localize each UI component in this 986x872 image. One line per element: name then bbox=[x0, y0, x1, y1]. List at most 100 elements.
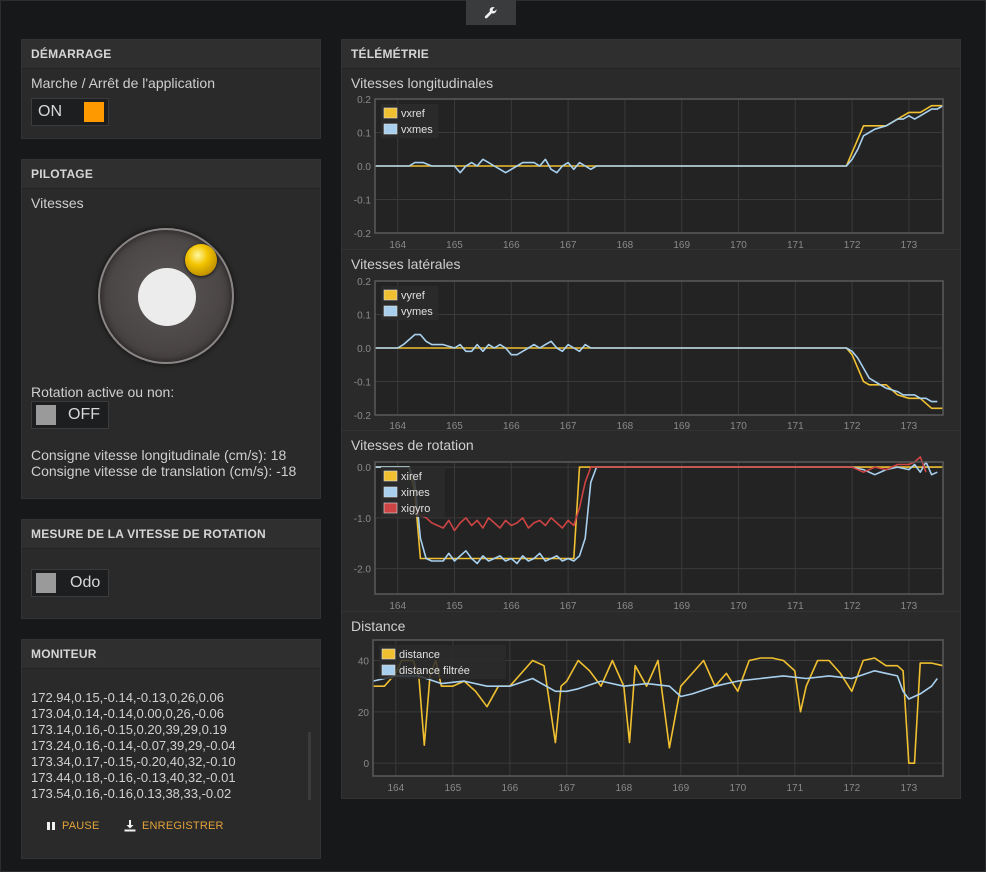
velocity-joystick[interactable] bbox=[98, 228, 234, 364]
x-tick-label: 167 bbox=[560, 240, 577, 249]
pilotage-panel: PILOTAGE Vitesses Rotation active ou non… bbox=[21, 159, 321, 499]
y-tick-label: 0.2 bbox=[357, 95, 371, 106]
x-tick-label: 171 bbox=[787, 601, 804, 611]
pause-icon bbox=[47, 822, 55, 830]
chart-section-longitudinal: Vitesses longitudinales 164 165 166 167 168 1… bbox=[342, 68, 960, 249]
legend-swatch bbox=[383, 107, 398, 119]
moniteur-header: MONITEUR bbox=[22, 640, 320, 669]
x-tick-label: 167 bbox=[560, 601, 577, 611]
legend-swatch bbox=[383, 123, 398, 135]
pilotage-header: PILOTAGE bbox=[22, 160, 320, 189]
rotation-toggle-label: OFF bbox=[68, 406, 100, 423]
legend-label: xigyro bbox=[401, 503, 430, 515]
consigne-translation: Consigne vitesse de translation (cm/s): … bbox=[31, 463, 297, 479]
x-tick-label: 168 bbox=[615, 783, 632, 794]
demarrage-panel: DÉMARRAGE Marche / Arrêt de l'applicatio… bbox=[21, 39, 321, 139]
y-tick-label: -1.0 bbox=[354, 514, 372, 525]
x-tick-label: 169 bbox=[672, 783, 689, 794]
moniteur-panel: MONITEUR 172.94,0.15,-0.14,-0.13,0,26,0.… bbox=[21, 639, 321, 859]
chart-section-laterales: Vitesses latérales 164 165 166 167 168 169 170… bbox=[342, 250, 960, 430]
y-tick-label: -0.2 bbox=[354, 411, 372, 422]
plot-area bbox=[375, 462, 943, 594]
y-tick-label: 0.2 bbox=[357, 277, 371, 288]
x-tick-label: 170 bbox=[730, 240, 747, 249]
chart-longitudinal: 164 165 166 167 168 169 170 171 172 173 0.2 0.1 0.0 -… bbox=[354, 95, 944, 249]
app-onoff-toggle[interactable]: ON bbox=[31, 98, 109, 126]
x-tick-label: 173 bbox=[901, 421, 918, 430]
log-line: 173.44,0.18,-0.16,-0.13,40,32,-0.01 bbox=[31, 770, 236, 785]
vitesses-label: Vitesses bbox=[31, 195, 84, 211]
legend-swatch bbox=[383, 502, 398, 514]
y-tick-label: 0.1 bbox=[357, 129, 371, 140]
x-tick-label: 171 bbox=[787, 421, 804, 430]
y-tick-label: 0.1 bbox=[357, 311, 371, 322]
demarrage-header: DÉMARRAGE bbox=[22, 40, 320, 69]
rotation-toggle[interactable]: OFF bbox=[31, 401, 109, 429]
app-toggle-indicator bbox=[84, 102, 104, 122]
log-line: 173.54,0.16,-0.16,0.13,38,33,-0.02 bbox=[31, 786, 232, 801]
pause-label: PAUSE bbox=[62, 820, 100, 832]
y-tick-label: -2.0 bbox=[354, 565, 372, 576]
legend-swatch bbox=[381, 664, 396, 676]
y-tick-label: 40 bbox=[358, 657, 370, 668]
telemetrie-panel: TÉLÉMÉTRIE Vitesses longitudinales 164 16… bbox=[341, 39, 961, 799]
odo-toggle[interactable]: Odo bbox=[31, 569, 109, 597]
x-tick-label: 165 bbox=[446, 240, 463, 249]
x-tick-label: 164 bbox=[387, 783, 404, 794]
legend-label: vyref bbox=[401, 290, 426, 302]
download-icon bbox=[124, 820, 136, 832]
x-tick-label: 165 bbox=[444, 783, 461, 794]
x-tick-label: 168 bbox=[617, 240, 634, 249]
x-tick-label: 171 bbox=[786, 783, 803, 794]
log-line: 173.24,0.16,-0.14,-0.07,39,29,-0.04 bbox=[31, 738, 236, 753]
mesure-header: MESURE DE LA VITESSE DE ROTATION bbox=[22, 520, 320, 549]
y-tick-label: 0.0 bbox=[357, 162, 371, 173]
x-tick-label: 172 bbox=[844, 421, 861, 430]
telemetrie-header: TÉLÉMÉTRIE bbox=[342, 40, 960, 69]
record-button[interactable]: ENREGISTRER bbox=[124, 820, 224, 832]
legend-swatch bbox=[381, 648, 396, 660]
wrench-icon bbox=[484, 6, 497, 18]
y-tick-label: -0.2 bbox=[354, 229, 372, 240]
x-tick-label: 173 bbox=[901, 240, 918, 249]
x-tick-label: 164 bbox=[389, 421, 406, 430]
legend-label: ximes bbox=[401, 487, 430, 499]
x-tick-label: 169 bbox=[673, 240, 690, 249]
x-tick-label: 168 bbox=[617, 601, 634, 611]
legend-label: distance bbox=[399, 649, 440, 661]
log-line: 173.04,0.14,-0.14,0.00,0,26,-0.06 bbox=[31, 706, 224, 721]
odo-toggle-indicator bbox=[36, 573, 56, 593]
y-tick-label: 0.0 bbox=[357, 463, 371, 474]
rotation-label: Rotation active ou non: bbox=[31, 384, 175, 400]
app-toggle-label: ON bbox=[38, 103, 62, 120]
legend-label: vymes bbox=[401, 306, 433, 318]
pause-button[interactable]: PAUSE bbox=[46, 820, 99, 832]
chart-section-rotation: Vitesses de rotation 164 165 166 167 168 169 1… bbox=[342, 431, 960, 611]
y-tick-label: 0.0 bbox=[357, 344, 371, 355]
x-tick-label: 167 bbox=[558, 783, 575, 794]
x-tick-label: 173 bbox=[901, 601, 918, 611]
x-tick-label: 169 bbox=[673, 601, 690, 611]
odo-toggle-label: Odo bbox=[70, 574, 101, 591]
rotation-toggle-indicator bbox=[36, 405, 56, 425]
x-tick-label: 165 bbox=[446, 421, 463, 430]
legend-swatch bbox=[383, 486, 398, 498]
x-tick-label: 166 bbox=[503, 601, 520, 611]
x-tick-label: 171 bbox=[787, 240, 804, 249]
monitor-scrollbar[interactable] bbox=[308, 732, 311, 800]
legend-label: vxref bbox=[401, 108, 426, 120]
legend-swatch bbox=[383, 470, 398, 482]
x-tick-label: 168 bbox=[617, 421, 634, 430]
x-tick-label: 166 bbox=[501, 783, 518, 794]
joystick-knob[interactable] bbox=[185, 244, 217, 276]
chart-rotation: 164 165 166 167 168 169 170 171 172 173 0.0 -1.0 -2.… bbox=[354, 456, 944, 611]
chart-section-distance: Distance 164 165 166 167 168 169 170 171 172 173 4… bbox=[342, 612, 960, 799]
settings-tab[interactable] bbox=[466, 0, 516, 25]
legend-label: distance filtrée bbox=[399, 665, 470, 677]
y-tick-label: 0 bbox=[363, 759, 369, 770]
log-line: 173.14,0.16,-0.15,0.20,39,29,0.19 bbox=[31, 722, 227, 737]
x-tick-label: 167 bbox=[560, 421, 577, 430]
x-tick-label: 170 bbox=[729, 783, 746, 794]
record-label: ENREGISTRER bbox=[142, 820, 224, 832]
legend-label: xiref bbox=[401, 471, 423, 483]
